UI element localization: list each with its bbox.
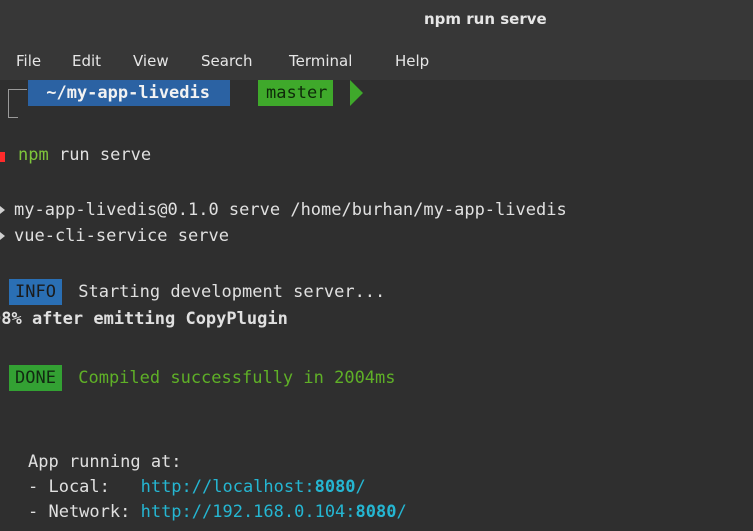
command-line: npm run serve — [18, 144, 151, 166]
title-bar: npm run serve — [0, 0, 753, 40]
done-badge: DONE — [9, 365, 62, 391]
done-message: Compiled successfully in 2004ms — [68, 368, 396, 388]
menu-search[interactable]: Search — [201, 52, 253, 70]
app-running-header: App running at: — [28, 452, 182, 472]
script-line: my-app-livedis@0.1.0 serve /home/burhan/… — [14, 200, 567, 220]
script-line: vue-cli-service serve — [14, 226, 229, 246]
prompt-arrow-icon — [350, 80, 363, 106]
terminal-output[interactable]: ~/my-app-livedis master npm run serve my… — [0, 80, 753, 531]
network-label: - Network: — [28, 502, 141, 522]
network-url-line: - Network: http://192.168.0.104:8080/ — [28, 501, 407, 523]
local-port[interactable]: 8080 — [315, 477, 356, 497]
prompt-marker-icon — [0, 152, 5, 162]
menu-file[interactable]: File — [16, 52, 41, 70]
local-url-suffix[interactable]: / — [356, 477, 366, 497]
local-url-line: - Local: http://localhost:8080/ — [28, 476, 366, 498]
info-badge: INFO — [9, 279, 62, 305]
progress-line: 98% after emitting CopyPlugin — [0, 309, 288, 329]
window-title: npm run serve — [424, 10, 547, 28]
network-url-suffix[interactable]: / — [396, 502, 406, 522]
bullet-icon — [0, 232, 5, 241]
prompt-bracket-end — [8, 117, 18, 118]
menu-bar: File Edit View Search Terminal Help — [0, 40, 753, 80]
command-program: npm — [18, 145, 49, 165]
local-label: - Local: — [28, 477, 141, 497]
menu-help[interactable]: Help — [395, 52, 429, 70]
menu-view[interactable]: View — [133, 52, 169, 70]
menu-edit[interactable]: Edit — [72, 52, 101, 70]
prompt-branch: master — [258, 80, 334, 106]
menu-terminal[interactable]: Terminal — [289, 52, 352, 70]
network-port[interactable]: 8080 — [356, 502, 397, 522]
prompt-path: ~/my-app-livedis — [28, 80, 231, 106]
command-args: run serve — [48, 145, 152, 165]
bullet-icon — [0, 206, 5, 215]
local-url[interactable]: http://localhost: — [141, 477, 315, 497]
network-url[interactable]: http://192.168.0.104: — [141, 502, 356, 522]
prompt-bracket — [8, 89, 27, 118]
info-message: Starting development server... — [68, 282, 386, 302]
